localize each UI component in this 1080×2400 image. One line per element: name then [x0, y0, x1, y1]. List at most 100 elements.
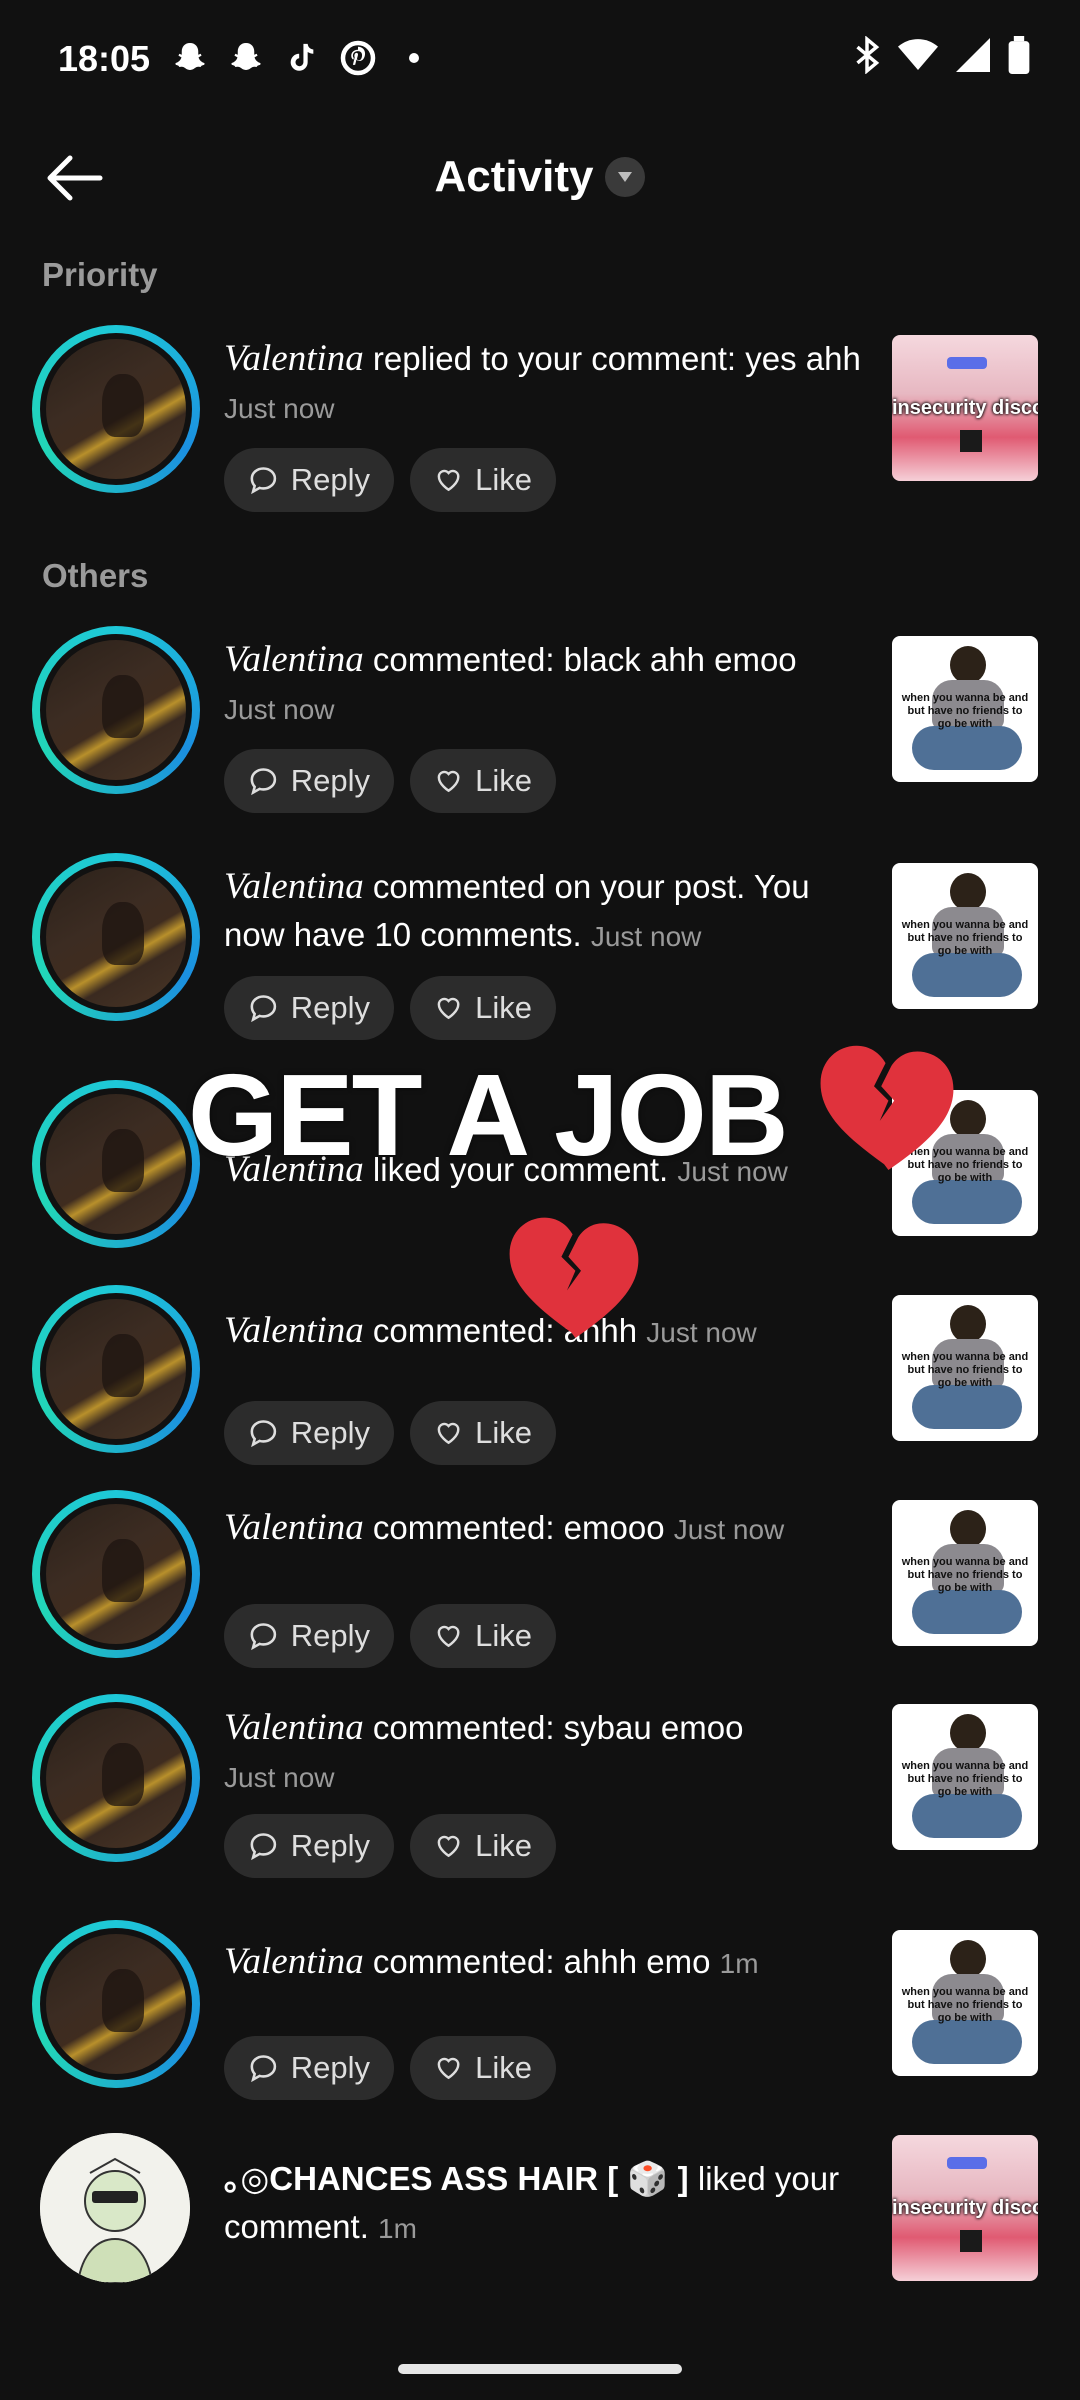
system-icons	[854, 36, 1030, 74]
broken-heart-icon	[812, 1040, 962, 1175]
avatar[interactable]	[32, 1490, 200, 1658]
thumbnail-caption: when you wanna be and but have no friend…	[901, 1760, 1029, 1798]
header: Activity	[0, 130, 1080, 230]
reply-label: Reply	[290, 990, 370, 1025]
reply-button[interactable]: Reply	[224, 976, 394, 1040]
like-label: Like	[475, 1415, 532, 1450]
post-thumbnail[interactable]: when you wanna be and but have no friend…	[892, 863, 1038, 1009]
activity-text: Valentina commented: black ahh emoo Just…	[224, 636, 864, 734]
activity-text: Valentina commented on your post. You no…	[224, 863, 864, 961]
user-name[interactable]: Valentina	[224, 866, 364, 907]
like-button[interactable]: Like	[410, 1604, 556, 1668]
action-buttons: Reply Like	[224, 1814, 556, 1878]
activity-time: Just now	[590, 921, 702, 952]
activity-text: Valentina commented: emooo Just now	[224, 1504, 864, 1554]
thumbnail-caption: when you wanna be and but have no friend…	[901, 919, 1029, 957]
tiktok-icon	[282, 38, 322, 78]
heart-icon	[437, 997, 460, 1020]
action-buttons: Reply Like	[224, 2036, 556, 2100]
reply-label: Reply	[290, 2050, 370, 2085]
reply-button[interactable]: Reply	[224, 2036, 394, 2100]
section-others: Others	[42, 557, 149, 594]
thumbnail-caption: insecurity discov	[892, 397, 1038, 419]
activity-message: commented: emooo	[363, 1509, 674, 1546]
action-buttons: Reply Like	[224, 1401, 556, 1465]
reply-button[interactable]: Reply	[224, 749, 394, 813]
avatar[interactable]	[32, 325, 200, 493]
chevron-down-icon[interactable]	[605, 157, 646, 197]
user-name[interactable]: Valentina	[224, 639, 364, 680]
avatar[interactable]	[32, 1920, 200, 2088]
thumbnail-caption: when you wanna be and but have no friend…	[901, 692, 1029, 730]
like-label: Like	[475, 763, 532, 798]
user-name[interactable]: Valentina	[224, 1310, 364, 1351]
activity-time: Just now	[646, 1317, 757, 1348]
broken-heart-icon	[502, 1212, 646, 1343]
dot-icon	[394, 38, 434, 78]
overlay-caption: GET A JOB	[188, 1050, 789, 1180]
user-name[interactable]: Valentina	[224, 1507, 364, 1548]
activity-text: Valentina replied to your comment: yes a…	[224, 335, 864, 433]
like-button[interactable]: Like	[410, 1814, 556, 1878]
post-thumbnail[interactable]: when you wanna be and but have no friend…	[892, 1704, 1038, 1850]
reply-button[interactable]: Reply	[224, 1604, 394, 1668]
post-thumbnail[interactable]: when you wanna be and but have no friend…	[892, 1930, 1038, 2076]
like-button[interactable]: Like	[410, 749, 556, 813]
avatar[interactable]	[40, 2133, 190, 2283]
signal-icon	[956, 38, 990, 72]
post-thumbnail[interactable]: when you wanna be and but have no friend…	[892, 1295, 1038, 1441]
activity-time: Just now	[224, 694, 335, 725]
avatar[interactable]	[32, 1080, 200, 1248]
post-thumbnail[interactable]: insecurity discov	[892, 2135, 1038, 2281]
like-button[interactable]: Like	[410, 1401, 556, 1465]
thumbnail-caption: insecurity discov	[892, 2197, 1038, 2219]
reply-label: Reply	[290, 1618, 370, 1653]
heart-icon	[437, 770, 460, 793]
action-buttons: Reply Like	[224, 1604, 556, 1668]
status-time: 18:05	[58, 38, 151, 79]
user-name[interactable]: Valentina	[224, 1941, 364, 1982]
reply-label: Reply	[290, 763, 370, 798]
user-name[interactable]: ｡◎CHANCES ASS HAIR [ 🎲 ]	[224, 2160, 689, 2197]
user-name[interactable]: Valentina	[224, 338, 364, 379]
avatar[interactable]	[32, 1285, 200, 1453]
pinterest-icon	[338, 38, 378, 78]
activity-text: Valentina commented: ahhh emo 1m	[224, 1938, 864, 1988]
like-button[interactable]: Like	[410, 448, 556, 512]
activity-text: ｡◎CHANCES ASS HAIR [ 🎲 ] liked your comm…	[224, 2155, 864, 2253]
reply-button[interactable]: Reply	[224, 1814, 394, 1878]
reply-label: Reply	[290, 462, 370, 497]
reply-label: Reply	[290, 1415, 370, 1450]
post-thumbnail[interactable]: when you wanna be and but have no friend…	[892, 636, 1038, 782]
like-button[interactable]: Like	[410, 2036, 556, 2100]
activity-time: Just now	[673, 1514, 785, 1545]
activity-time: 1m	[378, 2213, 417, 2244]
page-title: Activity	[434, 152, 594, 201]
post-thumbnail[interactable]: insecurity discov	[892, 335, 1038, 481]
heart-icon	[437, 469, 460, 492]
user-name[interactable]: Valentina	[224, 1707, 364, 1748]
thumbnail-caption: when you wanna be and but have no friend…	[901, 1986, 1029, 2024]
like-label: Like	[475, 462, 532, 497]
snapchat-icon	[170, 38, 210, 78]
reply-button[interactable]: Reply	[224, 448, 394, 512]
bluetooth-icon	[856, 36, 880, 74]
like-label: Like	[475, 1618, 532, 1653]
avatar[interactable]	[32, 853, 200, 1021]
reply-button[interactable]: Reply	[224, 1401, 394, 1465]
activity-time: 1m	[719, 1948, 759, 1979]
title-dropdown[interactable]: Activity	[0, 152, 1080, 202]
avatar-drawing	[40, 2133, 190, 2283]
activity-message: replied to your comment: yes ahh	[363, 340, 861, 377]
avatar[interactable]	[32, 1694, 200, 1862]
activity-time: Just now	[224, 393, 335, 424]
notification-icons	[170, 38, 434, 78]
status-bar: 18:05	[0, 0, 1080, 120]
post-thumbnail[interactable]: when you wanna be and but have no friend…	[892, 1500, 1038, 1646]
snapchat-icon	[226, 38, 266, 78]
comment-icon	[250, 995, 277, 1023]
home-indicator[interactable]	[398, 2364, 682, 2374]
like-button[interactable]: Like	[410, 976, 556, 1040]
comment-icon	[250, 1420, 277, 1448]
avatar[interactable]	[32, 626, 200, 794]
